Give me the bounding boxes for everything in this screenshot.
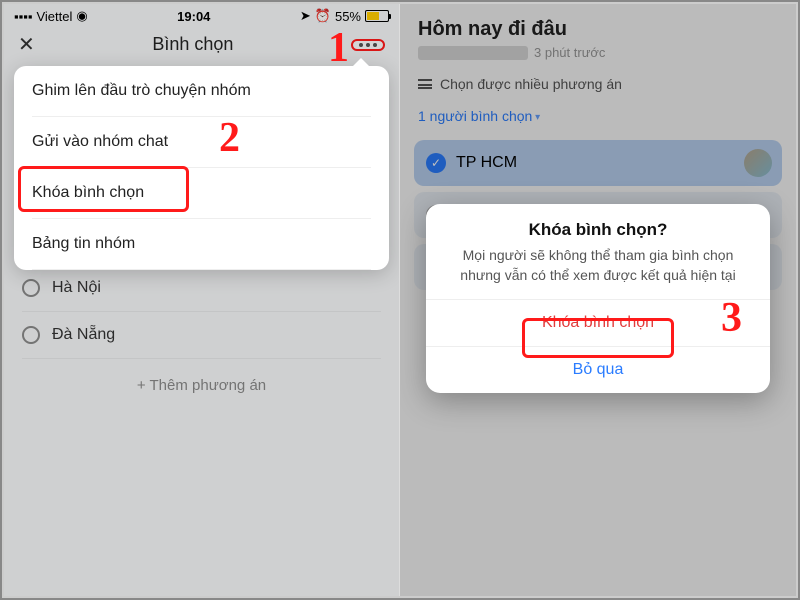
alarm-icon: ⏰ (315, 8, 331, 24)
annotation-3: 3 (721, 294, 742, 342)
popover-board[interactable]: Bảng tin nhóm (32, 219, 371, 270)
dialog-title: Khóa bình chọn? (426, 220, 770, 246)
more-options-button[interactable] (351, 39, 385, 51)
locate-icon: ➤ (300, 8, 311, 24)
battery-pct: 55% (335, 9, 361, 24)
poll-option-danang[interactable]: Đà Nẵng (22, 312, 381, 359)
radio-icon (22, 279, 40, 297)
dialog-cancel-button[interactable]: Bỏ qua (426, 346, 770, 393)
status-bar: ▪▪▪▪ Viettel ◉ 19:04 ➤ ⏰ 55% (4, 4, 399, 24)
popover-send[interactable]: Gửi vào nhóm chat (32, 117, 371, 168)
page-title: Bình chọn (152, 34, 233, 55)
option-label: Hà Nội (52, 279, 101, 297)
wifi-icon: ◉ (76, 8, 87, 24)
signal-icon: ▪▪▪▪ (14, 9, 32, 24)
poll-option-hanoi[interactable]: Hà Nội (22, 265, 381, 312)
dialog-confirm-button[interactable]: Khóa bình chọn (426, 299, 770, 346)
carrier-label: Viettel (36, 9, 72, 24)
right-panel: Hôm nay đi đâu 3 phút trước Chọn được nh… (400, 4, 796, 596)
radio-icon (22, 326, 40, 344)
poll-option-list: Hà Nội Đà Nẵng (4, 265, 399, 359)
tutorial-frame: ▪▪▪▪ Viettel ◉ 19:04 ➤ ⏰ 55% ✕ Bình chọn (2, 2, 798, 598)
battery-icon (365, 10, 389, 22)
dialog-body: Mọi người sẽ không thể tham gia bình chọ… (426, 246, 770, 299)
lock-poll-dialog: Khóa bình chọn? Mọi người sẽ không thể t… (426, 204, 770, 393)
annotation-1: 1 (328, 24, 349, 72)
annotation-2: 2 (219, 114, 240, 162)
option-label: Đà Nẵng (52, 326, 115, 344)
clock-label: 19:04 (177, 9, 210, 24)
close-icon[interactable]: ✕ (18, 32, 35, 57)
popover-pin[interactable]: Ghim lên đầu trò chuyện nhóm (32, 66, 371, 117)
more-popover: Ghim lên đầu trò chuyện nhóm Gửi vào nhó… (14, 66, 389, 270)
popover-lock[interactable]: Khóa bình chọn (32, 168, 371, 219)
left-panel: ▪▪▪▪ Viettel ◉ 19:04 ➤ ⏰ 55% ✕ Bình chọn (4, 4, 400, 596)
add-option-button[interactable]: + Thêm phương án (4, 359, 399, 412)
